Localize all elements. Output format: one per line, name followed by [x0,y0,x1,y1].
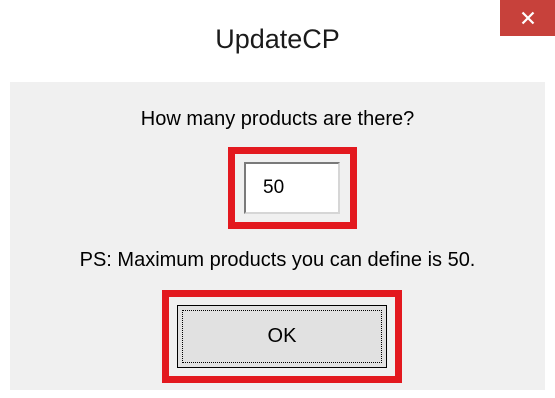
ok-button-label: OK [267,325,297,347]
maximum-note: PS: Maximum products you can define is 5… [79,249,476,271]
title-bar[interactable]: UpdateCP [0,0,555,82]
window-title: UpdateCP [215,24,340,54]
close-icon [521,11,534,25]
close-button[interactable] [500,0,555,36]
product-count-input[interactable] [244,162,340,214]
updatecp-dialog: UpdateCP How many products are there? PS… [0,0,555,398]
ok-button[interactable]: OK [177,305,387,368]
prompt-label: How many products are there? [140,108,415,130]
